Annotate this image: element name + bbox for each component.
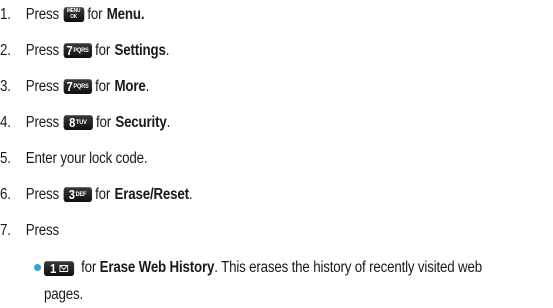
key-7-pqrs-icon: 7 PQRS <box>63 78 92 94</box>
step-for: for <box>95 42 111 59</box>
step-for: for <box>87 6 103 23</box>
step-tail: . <box>166 114 171 131</box>
step-number: 5. <box>0 150 11 167</box>
bullet-icon <box>34 264 41 271</box>
step-number: 4. <box>0 114 11 131</box>
step-target: Security <box>115 114 167 131</box>
menu-ok-key-icon: MENU OK <box>63 6 84 22</box>
key-digit: 7 <box>66 78 73 94</box>
key-letters: TUV <box>76 118 87 126</box>
key-letters: PQRS <box>73 82 89 90</box>
key-digit: 8 <box>69 114 76 130</box>
key-letters: DEF <box>75 190 87 198</box>
step-for: for <box>95 186 111 203</box>
key-label-line2: OK <box>70 14 78 20</box>
step-7: 7. Press <box>0 220 59 242</box>
sub-item-erase-web-history: 1 for Erase Web History. This erases the… <box>44 254 491 308</box>
step-number: 1. <box>0 6 11 23</box>
step-target: Erase/Reset <box>114 186 189 203</box>
sub-item-for: for <box>81 259 97 276</box>
step-6: 6. Press 3 DEF for Erase/Reset . <box>0 184 193 206</box>
step-number: 6. <box>0 186 11 203</box>
step-target: More <box>114 78 146 95</box>
key-digit: 3 <box>68 186 75 202</box>
step-for: for <box>95 114 112 131</box>
key-1-voicemail-icon: 1 <box>44 261 75 276</box>
key-8-tuv-icon: 8 TUV <box>63 114 93 130</box>
key-letters: PQRS <box>73 46 89 54</box>
step-target: Menu. <box>106 6 145 23</box>
step-5: 5. Enter your lock code. <box>0 148 148 170</box>
key-7-pqrs-icon: 7 PQRS <box>63 42 92 58</box>
step-tail: . <box>188 186 193 203</box>
envelope-icon <box>59 265 69 272</box>
step-text: Press <box>25 222 60 239</box>
step-2: 2. Press 7 PQRS for Settings . <box>0 40 169 62</box>
step-for: for <box>95 78 111 95</box>
step-target: Settings <box>114 42 166 59</box>
sub-item-target: Erase Web History <box>99 259 215 276</box>
step-verb: Press <box>25 186 60 203</box>
step-tail: . <box>145 78 150 95</box>
step-text: Enter your lock code. <box>25 150 148 167</box>
step-number: 3. <box>0 78 11 95</box>
step-number: 2. <box>0 42 11 59</box>
step-number: 7. <box>0 222 11 239</box>
step-4: 4. Press 8 TUV for Security . <box>0 112 170 134</box>
step-tail: . <box>165 42 170 59</box>
key-digit: 7 <box>66 42 73 58</box>
step-3: 3. Press 7 PQRS for More . <box>0 76 149 98</box>
key-digit: 1 <box>50 261 57 276</box>
step-verb: Press <box>25 42 60 59</box>
step-verb: Press <box>25 114 60 131</box>
step-verb: Press <box>25 6 60 23</box>
step-1: 1. Press MENU OK for Menu. <box>0 4 145 26</box>
step-verb: Press <box>25 78 60 95</box>
instruction-document: 1. Press MENU OK for Menu. 2. Press 7 PQ… <box>0 0 553 303</box>
key-3-def-icon: 3 DEF <box>63 186 92 202</box>
